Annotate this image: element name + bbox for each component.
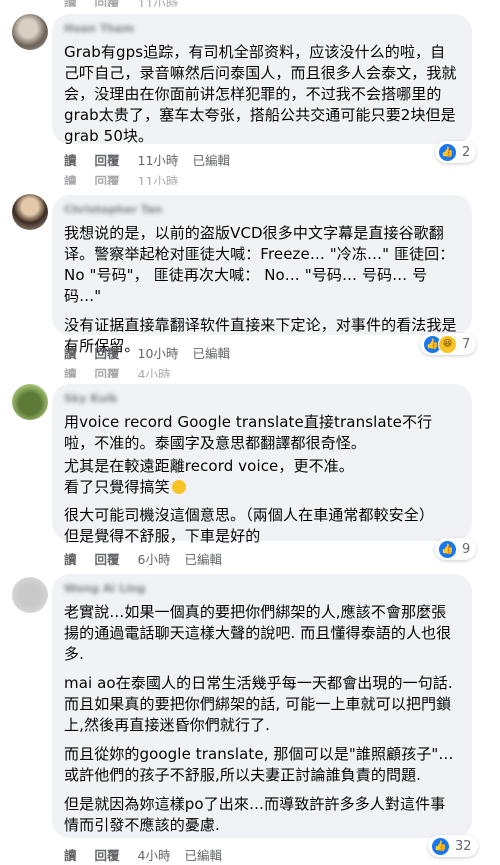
comment-timestamp[interactable]: 10小時 [138, 343, 179, 362]
reaction-count: 2 [462, 144, 471, 160]
reaction-count: 9 [462, 541, 471, 557]
comment-text: 但是覺得不舒服，下車是好的 [64, 527, 261, 545]
like-reaction-icon: 👍 [431, 836, 450, 856]
avatar[interactable] [12, 384, 48, 420]
smiling-face-icon [171, 480, 186, 494]
comment-actions: 讀 回覆 11小時 已編輯 [64, 150, 230, 168]
comment-actions: 讀 回覆 10小時 已編輯 [64, 343, 230, 361]
comment-text: 用voice record Google translate直接translat… [64, 413, 433, 452]
read-link[interactable]: 讀 [64, 845, 77, 864]
comment-text: 很大可能司機沒這個意思。（兩個人在車通常都較安全） [64, 506, 435, 524]
comment-bubble: Wong Ai Ling 老實說…如果一個真的要把你們綁架的人,應該不會那麼張揚… [52, 574, 472, 838]
comment-bubble: Christopher Tan 我想说的是，以前的盗版VCD很多中文字幕是直接谷… [52, 195, 472, 355]
comment-timestamp[interactable]: 4小時 [138, 845, 171, 864]
comment-timestamp[interactable]: 6小時 [138, 549, 171, 568]
previous-reply-row: 讀回覆11小時 [64, 0, 178, 7]
reply-link[interactable]: 回覆 [95, 150, 120, 169]
like-reaction-icon: 👍 [438, 539, 457, 559]
comment-author[interactable]: Wong Ai Ling [64, 582, 460, 596]
edited-label: 已編輯 [192, 152, 230, 168]
comment-bubble: Sky Kuik 用voice record Google translate直… [52, 384, 472, 545]
comment-text: 而且從妳的google translate, 那個可以是"誰照顧孩子"…或許他們… [64, 745, 454, 784]
comment-author[interactable]: Sky Kuik [64, 392, 460, 406]
comment-actions: 讀 回覆 6小時 已編輯 [64, 549, 222, 567]
comment-text: mai ao在泰國人的日常生活幾乎每一天都會出現的一句話. 而且如果真的要把你們… [64, 674, 453, 734]
reaction-summary[interactable]: 👍 2 [435, 141, 477, 163]
read-link[interactable]: 讀 [64, 549, 77, 568]
read-link[interactable]: 讀 [64, 150, 77, 169]
read-link[interactable]: 讀 [64, 343, 77, 362]
reaction-summary[interactable]: 👍 9 [435, 538, 477, 560]
edited-label: 已編輯 [184, 551, 222, 567]
reaction-summary[interactable]: 👍 32 [428, 835, 478, 857]
reaction-summary[interactable]: 👍 😆 7 [420, 333, 477, 355]
avatar[interactable] [12, 577, 48, 613]
haha-reaction-icon: 😆 [438, 334, 457, 354]
reaction-count: 7 [462, 336, 471, 352]
comment-text: 但是就因為妳這樣po了出來…而導致許許多多人對這件事情而引發不應該的憂慮. [64, 795, 446, 834]
like-reaction-icon: 👍 [438, 142, 457, 162]
comment-text: 我想说的是，以前的盗版VCD很多中文字幕是直接谷歌翻译。警察举起枪对匪徒大喊：F… [64, 224, 455, 305]
comment-author[interactable]: Christopher Tan [64, 203, 460, 217]
comment-text: 尤其是在較遠距離record voice，更不准。 [64, 457, 354, 475]
avatar[interactable] [12, 14, 48, 50]
comment-text: Grab有gps追踪，有司机全部资料，应该没什么的啦，自己吓自己，录音嘛然后问泰… [64, 43, 457, 145]
comment-text: 老實說…如果一個真的要把你們綁架的人,應該不會那麼張揚的通過電話聊天這樣大聲的說… [64, 603, 452, 663]
comment-actions: 讀 回覆 4小時 已編輯 [64, 845, 222, 863]
reply-link[interactable]: 回覆 [95, 343, 120, 362]
reply-preview-row: 讀回覆 11小時 [64, 174, 179, 185]
reply-preview-row: 讀回覆 4小時 [64, 367, 171, 378]
edited-label: 已編輯 [184, 847, 222, 863]
comment-timestamp[interactable]: 11小時 [138, 150, 179, 169]
comment-bubble: Hoan Tham Grab有gps追踪，有司机全部资料，应该没什么的啦，自己吓… [52, 14, 472, 145]
edited-label: 已編輯 [192, 345, 230, 361]
comment-text: 看了只覺得搞笑 [64, 477, 460, 498]
reaction-count: 32 [455, 838, 472, 854]
avatar[interactable] [12, 194, 48, 230]
comment-text-inline: 看了只覺得搞笑 [64, 478, 170, 496]
reply-link[interactable]: 回覆 [95, 549, 120, 568]
comment-author[interactable]: Hoan Tham [64, 22, 460, 36]
reply-link[interactable]: 回覆 [95, 845, 120, 864]
